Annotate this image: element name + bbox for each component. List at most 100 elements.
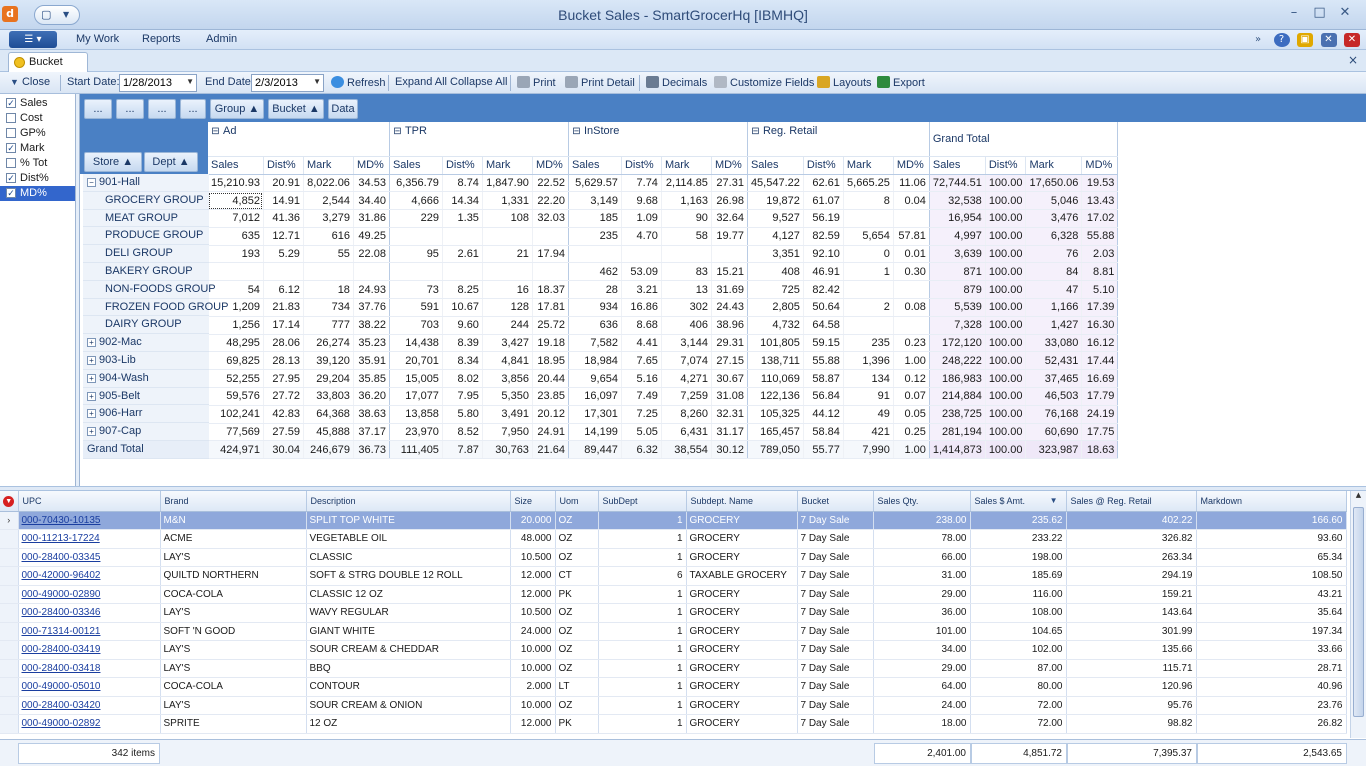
pivot-cell[interactable]: 41.36 [263,209,304,228]
pivot-cell[interactable]: 27.59 [263,423,304,442]
pivot-cell[interactable] [208,262,264,282]
pivot-cell[interactable]: 64.58 [803,316,844,335]
pivot-cell[interactable]: 7.65 [621,351,662,371]
pivot-cell[interactable]: 13,858 [389,405,443,424]
pivot-cell[interactable]: 122,136 [747,387,804,406]
pivot-cell[interactable]: 1.00 [893,351,930,371]
expand-icon[interactable]: + [87,355,96,365]
pivot-cell[interactable]: 421 [843,423,894,442]
pivot-cell[interactable] [263,262,304,282]
pivot-cell[interactable]: 36.20 [353,387,390,406]
pivot-cell[interactable]: 934 [568,298,622,317]
pivot-cell[interactable]: 17.79 [1081,387,1119,406]
pivot-cell[interactable]: 408 [747,262,804,282]
column-field-group[interactable]: Group ▲ [210,99,264,119]
pivot-cell[interactable]: 424,971 [208,440,264,460]
pivot-cell[interactable]: 3,149 [568,191,622,211]
row-indicator[interactable] [0,529,19,549]
sort-descending-icon[interactable]: ▼ [1050,496,1058,505]
pivot-cell[interactable]: 1,331 [482,191,533,211]
store-row-header[interactable]: −901-Hall [83,174,209,192]
pivot-cell[interactable]: 90 [661,209,712,228]
pivot-cell[interactable]: 18 [303,280,354,300]
store-row-header[interactable]: +906-Harr [83,405,209,424]
field-md[interactable]: ✓ MD% [0,186,75,201]
pivot-cell[interactable]: 38.22 [353,316,390,335]
pivot-cell[interactable]: 48,295 [208,334,264,353]
pivot-cell[interactable]: 100.00 [985,440,1027,460]
pivot-cell[interactable]: 10.67 [442,298,483,317]
export-button[interactable]: Export [877,76,925,89]
pivot-cell[interactable]: 56.19 [803,209,844,228]
pivot-cell[interactable]: 5.29 [263,245,304,264]
table-row[interactable]: 000-49000-02892 SPRITE 12 OZ 12.000 PK 1 GROCE… [0,714,1347,734]
print-detail-button[interactable]: Print Detail [565,76,635,89]
field-pct-tot[interactable]: % Tot [0,156,75,171]
pivot-cell[interactable]: 8.81 [1081,262,1119,282]
scroll-up-icon[interactable]: ▲ [1351,491,1366,505]
expand-icon[interactable]: + [87,373,96,383]
pivot-cell[interactable]: 45,547.22 [747,174,804,193]
pivot-cell[interactable]: 789,050 [747,440,804,460]
pivot-cell[interactable]: 22.52 [532,174,569,193]
pivot-cell[interactable]: 5,629.57 [568,174,622,193]
filter-icon[interactable]: ▼ [0,491,19,512]
field-cost[interactable]: Cost [0,111,75,126]
pivot-cell[interactable]: 37.76 [353,298,390,317]
collapse-icon[interactable]: ⊟ [751,127,760,137]
pivot-cell[interactable]: 19,872 [747,191,804,211]
customize-fields-button[interactable]: Customize Fields [714,76,814,89]
pivot-cell[interactable] [389,262,443,282]
pivot-cell[interactable] [893,280,930,300]
pivot-cell[interactable]: 5,046 [1025,191,1083,211]
dept-row-header[interactable]: FROZEN FOOD GROUP [83,298,228,317]
column-header[interactable]: Sales @ Reg. Retail [1066,491,1197,512]
table-row[interactable]: 000-49000-05010 COCA-COLA CONTOUR 2.000 LT 1 G… [0,677,1347,697]
pivot-cell[interactable]: 46,503 [1025,387,1083,406]
pivot-cell[interactable]: 4,841 [482,351,533,371]
pivot-cell[interactable]: 3,491 [482,405,533,424]
pivot-cell[interactable]: 16.12 [1081,334,1119,353]
pivot-cell[interactable]: 5,654 [843,227,894,246]
row-indicator[interactable]: › [0,511,19,530]
pivot-cell[interactable]: 17.02 [1081,209,1119,228]
pivot-cell[interactable]: 4,732 [747,316,804,335]
pivot-cell[interactable]: 134 [843,369,894,389]
pivot-cell[interactable]: 18.37 [532,280,569,300]
pivot-cell[interactable]: 2.03 [1081,245,1119,264]
pivot-cell[interactable]: 27.95 [263,369,304,389]
measure-header[interactable]: MD% [353,156,390,175]
pivot-cell[interactable] [661,245,712,264]
pivot-cell[interactable]: 89,447 [568,440,622,460]
pivot-cell[interactable]: 17.75 [1081,423,1119,442]
store-row-header[interactable]: +905-Belt [83,387,209,406]
pivot-cell[interactable]: 14,199 [568,423,622,442]
pivot-cell[interactable]: 52,255 [208,369,264,389]
pivot-cell[interactable]: 56.84 [803,387,844,406]
checkbox-dist[interactable]: ✓ [6,173,16,183]
pivot-cell[interactable]: 5.10 [1081,280,1119,300]
pivot-cell[interactable]: 24.43 [711,298,748,317]
pivot-cell[interactable]: 31.17 [711,423,748,442]
row-indicator[interactable] [0,566,19,586]
measure-header[interactable]: Sales [747,156,804,175]
checkbox-mark[interactable]: ✓ [6,143,16,153]
pivot-cell[interactable]: 15,210.93 [208,174,264,193]
store-row-header[interactable]: +903-Lib [83,351,209,370]
column-header[interactable]: Size [510,491,556,512]
measure-header[interactable]: Dist% [442,156,483,175]
pivot-cell[interactable]: 16 [482,280,533,300]
checkbox-md[interactable]: ✓ [6,188,16,198]
pivot-cell[interactable]: 110,069 [747,369,804,389]
pivot-cell[interactable]: 5,539 [929,298,986,317]
upc-link[interactable]: 000-28400-03419 [18,640,161,660]
pivot-cell[interactable]: 7.49 [621,387,662,406]
pivot-cell[interactable]: 636 [568,316,622,335]
row-field-store[interactable]: Store ▲ [84,152,142,172]
chevron-double-down-icon[interactable]: » [1250,33,1266,47]
column-header[interactable]: Bucket [797,491,874,512]
pivot-cell[interactable]: 0.08 [893,298,930,317]
pivot-cell[interactable]: 38,554 [661,440,712,460]
pivot-cell[interactable]: 100.00 [985,387,1027,406]
row-indicator[interactable] [0,622,19,641]
